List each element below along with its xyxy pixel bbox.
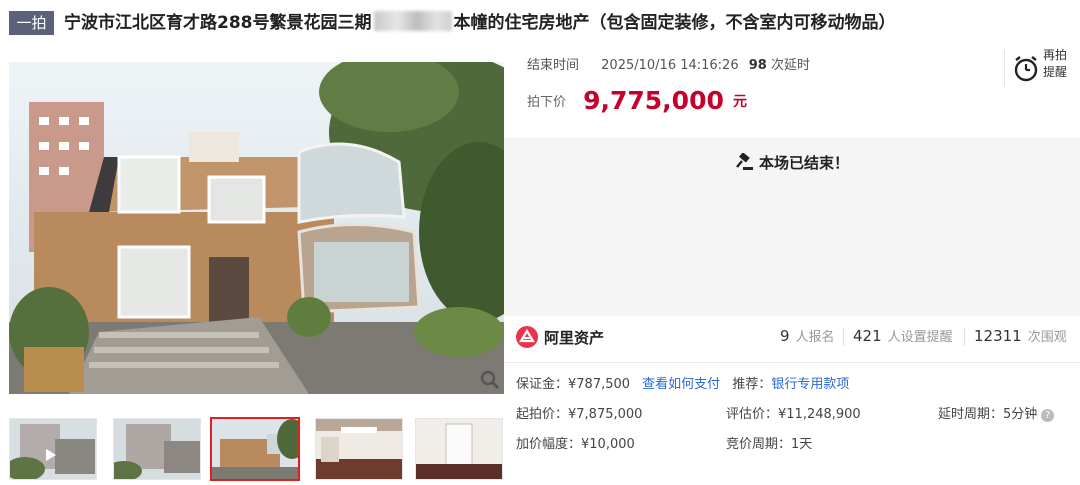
auction-round-badge: 一拍	[9, 11, 54, 35]
thumbnail-3-active[interactable]	[210, 417, 300, 481]
auction-status-panel: 本场已结束！	[504, 138, 1080, 316]
status-text: 本场已结束！	[758, 154, 849, 172]
title-bar: 一拍 宁波市江北区育才路288号繁景花园三期 本幢的住宅房地产（包含固定装修，不含…	[0, 0, 1080, 48]
stats-bar: 阿里资产 9 人报名 421 人设置提醒 12311 次围观	[504, 316, 1080, 363]
delay-period: 延时周期：5分钟	[938, 407, 1038, 422]
views-count: 12311	[974, 327, 1022, 345]
alibaba-asset-logo	[516, 326, 538, 348]
final-price-value: 9,775,000	[583, 86, 724, 115]
reminder-count: 421	[853, 327, 882, 345]
delay-label: 次延时	[770, 58, 810, 73]
thumbnail-image	[316, 419, 402, 479]
start-price: 起拍价：¥7,875,000	[516, 407, 643, 422]
reminder-label: 人设置提醒	[887, 330, 953, 345]
bank-funds-link[interactable]: 银行专用款项	[771, 377, 849, 392]
end-time-label: 结束时间	[527, 58, 580, 73]
auction-ended-message: 本场已结束！	[504, 152, 1080, 173]
thumbnail-4[interactable]	[315, 418, 403, 480]
zoom-icon[interactable]	[480, 370, 500, 390]
gavel-icon	[736, 153, 753, 170]
redacted-text	[373, 11, 452, 31]
reminder-stat: 421 人设置提醒	[853, 326, 953, 345]
page-title: 宁波市江北区育才路288号繁景花园三期 本幢的住宅房地产（包含固定装修，不含室内可…	[64, 9, 896, 37]
views-stat: 12311 次围观	[974, 326, 1067, 345]
final-price-label: 拍下价	[527, 95, 567, 110]
views-label: 次围观	[1027, 330, 1067, 345]
alarm-clock-icon	[1014, 56, 1038, 82]
brand-name: 阿里资产	[544, 329, 605, 347]
recommend-label: 推荐：	[732, 377, 772, 392]
final-price-unit: 元	[732, 94, 747, 110]
how-to-pay-link[interactable]: 查看如何支付	[642, 377, 720, 392]
thumbnail-image	[114, 419, 200, 479]
deposit-text: 保证金：¥787,500	[516, 377, 631, 392]
delay-count: 98	[748, 58, 767, 73]
deposit-row: 保证金：¥787,500 查看如何支付 推荐：银行专用款项	[516, 373, 849, 392]
final-price-row: 拍下价 9,775,000 元	[527, 86, 747, 115]
auction-summary: 结束时间 2025/10/16 14:16:26 98 次延时 拍下价 9,77…	[504, 48, 1080, 138]
thumbnail-image	[212, 419, 298, 479]
signup-stat: 9 人报名	[780, 326, 835, 345]
thumbnail-image	[416, 419, 502, 479]
divider	[843, 328, 844, 346]
end-time-row: 结束时间 2025/10/16 14:16:26 98 次延时	[527, 54, 810, 73]
house-photo	[9, 62, 504, 394]
delay-period-row: 延时周期：5分钟?	[938, 403, 1055, 422]
thumbnail-2[interactable]	[113, 418, 201, 480]
bid-period: 竞价周期：1天	[726, 437, 813, 452]
end-time-value: 2025/10/16 14:16:26	[601, 58, 739, 73]
thumbnail-5[interactable]	[415, 418, 503, 480]
auction-details: 保证金：¥787,500 查看如何支付 推荐：银行专用款项 起拍价：¥7,875…	[504, 362, 1080, 485]
remind-label: 再拍提醒	[1043, 48, 1068, 79]
thumbnail-strip	[9, 417, 504, 482]
divider	[964, 328, 965, 346]
main-property-photo[interactable]	[9, 62, 504, 394]
title-part-1: 宁波市江北区育才路288号繁景花园三期	[64, 13, 372, 33]
title-part-2: 本幢的住宅房地产（包含固定装修，不含室内可移动物品）	[453, 13, 896, 33]
appraisal-price: 评估价：¥11,248,900	[726, 407, 861, 422]
bid-increment: 加价幅度：¥10,000	[516, 437, 635, 452]
signup-label: 人报名	[795, 330, 835, 345]
thumbnail-1[interactable]	[9, 418, 97, 480]
signup-count: 9	[780, 327, 790, 345]
remind-button[interactable]: 再拍提醒	[1004, 48, 1075, 86]
help-icon[interactable]: ?	[1041, 409, 1055, 422]
thumbnail-image	[10, 419, 96, 479]
